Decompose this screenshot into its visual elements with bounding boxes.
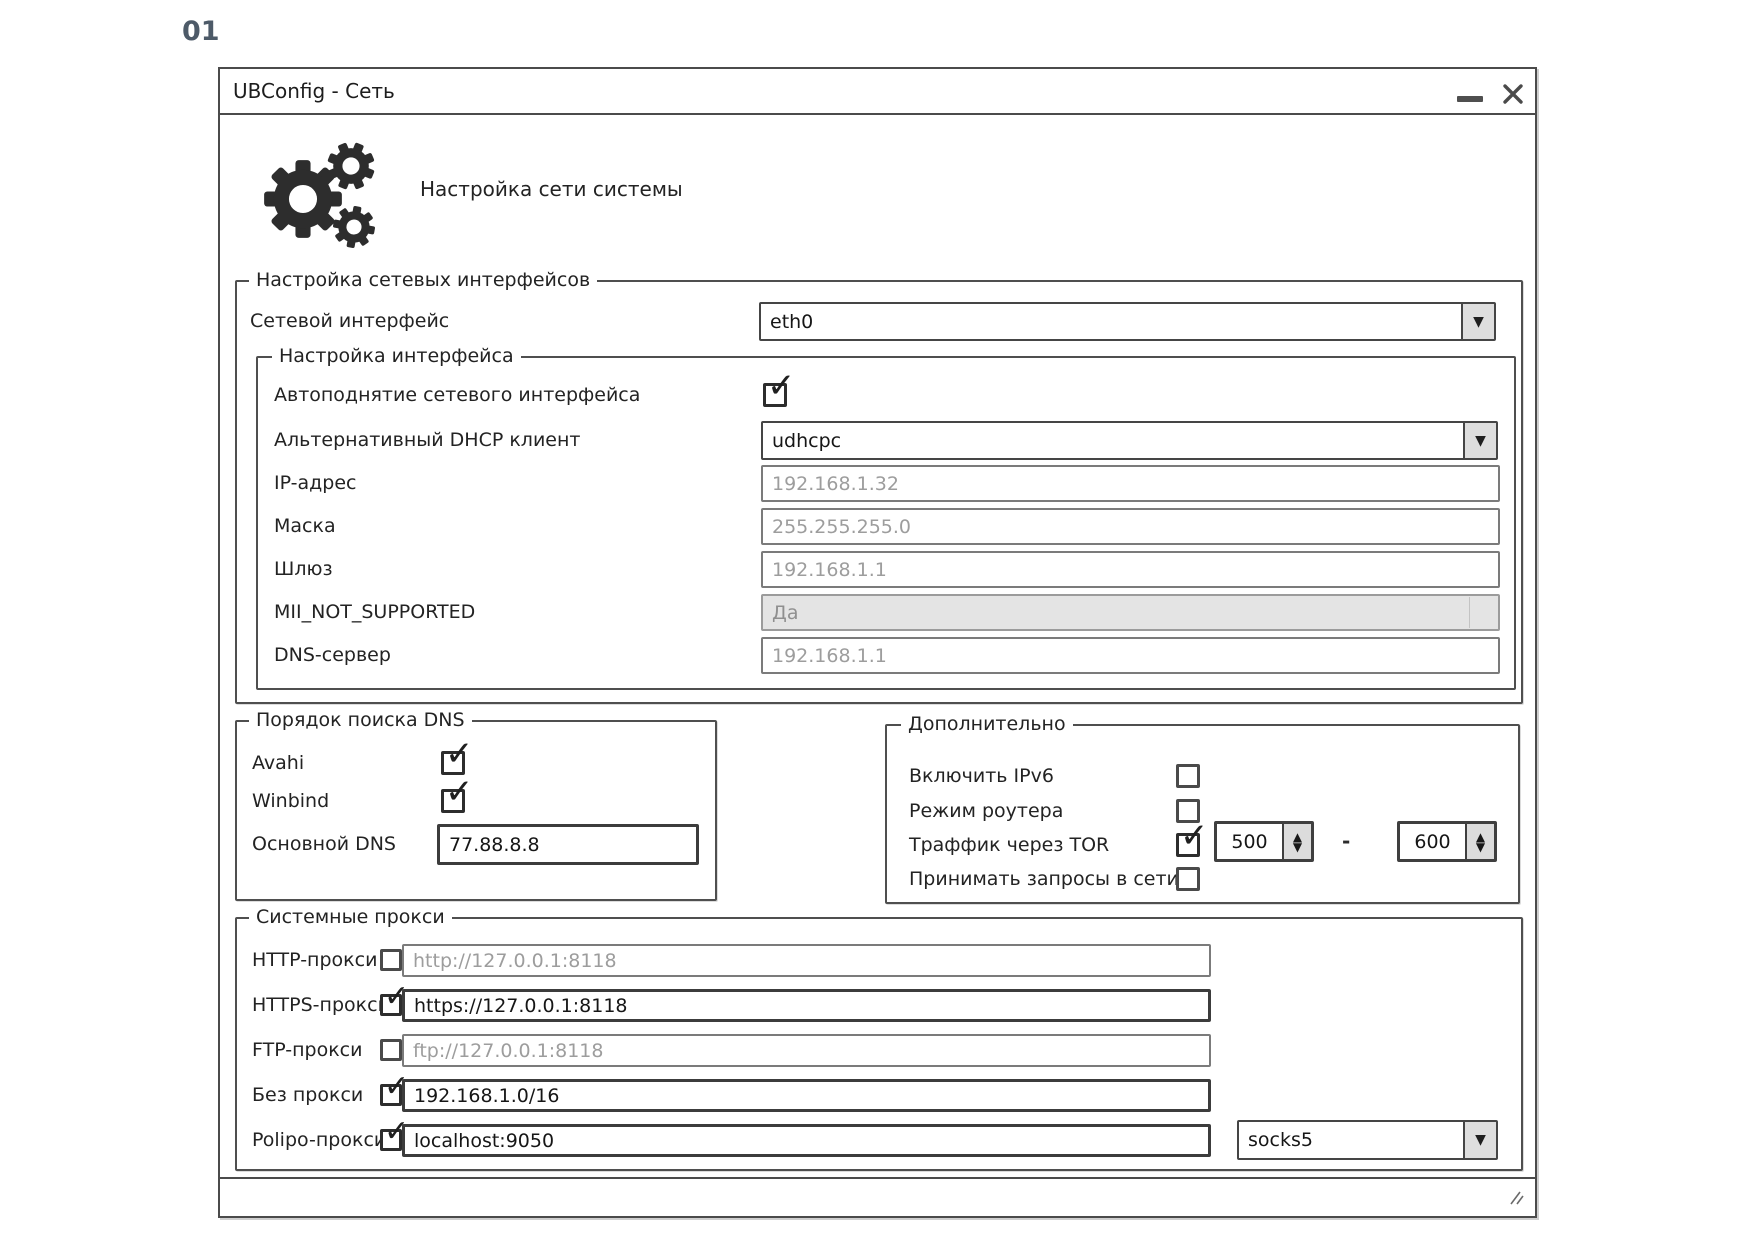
ip-address-label: IP-адрес	[274, 465, 356, 502]
group-legend: Системные прокси	[249, 906, 452, 928]
status-bar	[220, 1177, 1535, 1216]
disabled-field-divider	[1469, 597, 1470, 628]
minimize-button[interactable]	[1457, 96, 1483, 102]
dns-server-label: DNS-сервер	[274, 637, 391, 674]
ftp-proxy-label: FTP-прокси	[252, 1034, 362, 1067]
no-proxy-label: Без прокси	[252, 1079, 363, 1112]
group-interface-settings: Настройка интерфейса Автоподнятие сетево…	[256, 356, 1516, 690]
interface-dropdown[interactable]: eth0 ▼	[759, 302, 1496, 341]
https-proxy-label: HTTPS-прокси	[252, 989, 390, 1022]
no-proxy-checkbox[interactable]: ✓	[380, 1084, 402, 1106]
dhcp-client-label: Альтернативный DHCP клиент	[274, 421, 580, 460]
group-legend: Порядок поиска DNS	[249, 709, 472, 731]
http-proxy-checkbox[interactable]: ✓	[380, 949, 402, 971]
chevron-down-icon: ▼	[1463, 1122, 1496, 1158]
netmask-input[interactable]	[761, 508, 1500, 545]
primary-dns-input[interactable]	[437, 824, 699, 865]
gateway-label: Шлюз	[274, 551, 333, 588]
tor-port-from-spinner[interactable]: 500 ▲ ▼	[1214, 821, 1314, 862]
https-proxy-input[interactable]	[402, 989, 1211, 1022]
dhcp-client-dropdown-value: udhcpc	[763, 423, 1463, 458]
mii-not-supported-label: MII_NOT_SUPPORTED	[274, 594, 475, 631]
check-icon: ✓	[445, 737, 474, 771]
ftp-proxy-input[interactable]	[402, 1034, 1211, 1067]
ip-address-input[interactable]	[761, 465, 1500, 502]
chevron-down-icon: ▼	[1463, 423, 1496, 458]
dns-server-input[interactable]	[761, 637, 1500, 674]
polipo-proxy-checkbox[interactable]: ✓	[380, 1129, 402, 1151]
chevron-down-icon: ▼	[1461, 304, 1494, 339]
accept-requests-checkbox[interactable]: ✓	[1176, 867, 1200, 891]
spinner-down-icon[interactable]: ▼	[1476, 842, 1485, 852]
resize-grip-icon	[1505, 1189, 1527, 1207]
window: UBConfig - Сеть	[218, 67, 1537, 1218]
interface-dropdown-value: eth0	[761, 304, 1461, 339]
group-system-proxies: Системные прокси HTTP-прокси ✓ HTTPS-про…	[235, 917, 1523, 1171]
page-number: 01	[182, 16, 220, 47]
spinner-buttons[interactable]: ▲ ▼	[1282, 824, 1311, 859]
check-icon: ✓	[1180, 819, 1209, 853]
socks-type-dropdown-value: socks5	[1239, 1122, 1463, 1158]
group-legend: Настройка интерфейса	[272, 345, 521, 367]
check-icon: ✓	[445, 775, 474, 809]
tor-traffic-label: Траффик через TOR	[909, 833, 1109, 857]
avahi-label: Avahi	[252, 751, 304, 775]
socks-type-dropdown[interactable]: socks5 ▼	[1237, 1120, 1498, 1160]
netmask-label: Маска	[274, 508, 336, 545]
range-separator: -	[1342, 829, 1350, 853]
tor-traffic-checkbox[interactable]: ✓	[1176, 833, 1200, 857]
spinner-buttons[interactable]: ▲ ▼	[1465, 824, 1494, 859]
winbind-label: Winbind	[252, 789, 329, 813]
tor-port-to-value: 600	[1400, 824, 1465, 859]
http-proxy-label: HTTP-прокси	[252, 944, 377, 977]
mii-not-supported-input	[761, 594, 1500, 631]
window-title: UBConfig - Сеть	[233, 69, 395, 113]
gears-icon	[262, 137, 380, 257]
ftp-proxy-checkbox[interactable]: ✓	[380, 1039, 402, 1061]
polipo-proxy-label: Polipo-прокси	[252, 1124, 386, 1157]
close-icon	[1501, 82, 1525, 106]
primary-dns-label: Основной DNS	[252, 824, 396, 865]
auto-up-checkbox[interactable]: ✓	[763, 383, 787, 407]
close-button[interactable]	[1501, 82, 1525, 106]
no-proxy-input[interactable]	[402, 1079, 1211, 1112]
spinner-down-icon[interactable]: ▼	[1293, 842, 1302, 852]
group-network-interfaces: Настройка сетевых интерфейсов Сетевой ин…	[235, 280, 1523, 704]
polipo-proxy-input[interactable]	[402, 1124, 1211, 1157]
gateway-input[interactable]	[761, 551, 1500, 588]
auto-up-label: Автоподнятие сетевого интерфейса	[274, 383, 640, 408]
tor-port-to-spinner[interactable]: 600 ▲ ▼	[1397, 821, 1497, 862]
group-dns-order: Порядок поиска DNS Avahi ✓ Winbind ✓ Осн…	[235, 720, 717, 901]
https-proxy-checkbox[interactable]: ✓	[380, 994, 402, 1016]
dialog-heading: Настройка сети системы	[420, 177, 683, 201]
ipv6-label: Включить IPv6	[909, 764, 1054, 788]
accept-requests-label: Принимать запросы в сети	[909, 867, 1179, 891]
router-mode-label: Режим роутера	[909, 799, 1063, 823]
http-proxy-input[interactable]	[402, 944, 1211, 977]
group-legend: Настройка сетевых интерфейсов	[249, 269, 597, 291]
interface-label: Сетевой интерфейс	[250, 302, 449, 341]
resize-grip[interactable]	[1505, 1189, 1527, 1211]
check-icon: ✓	[767, 369, 796, 403]
title-bar: UBConfig - Сеть	[220, 69, 1535, 115]
group-legend: Дополнительно	[901, 713, 1073, 735]
ipv6-checkbox[interactable]: ✓	[1176, 764, 1200, 788]
group-additional: Дополнительно Включить IPv6 ✓ Режим роут…	[885, 724, 1520, 904]
tor-port-from-value: 500	[1217, 824, 1282, 859]
dhcp-client-dropdown[interactable]: udhcpc ▼	[761, 421, 1498, 460]
winbind-checkbox[interactable]: ✓	[441, 789, 465, 813]
